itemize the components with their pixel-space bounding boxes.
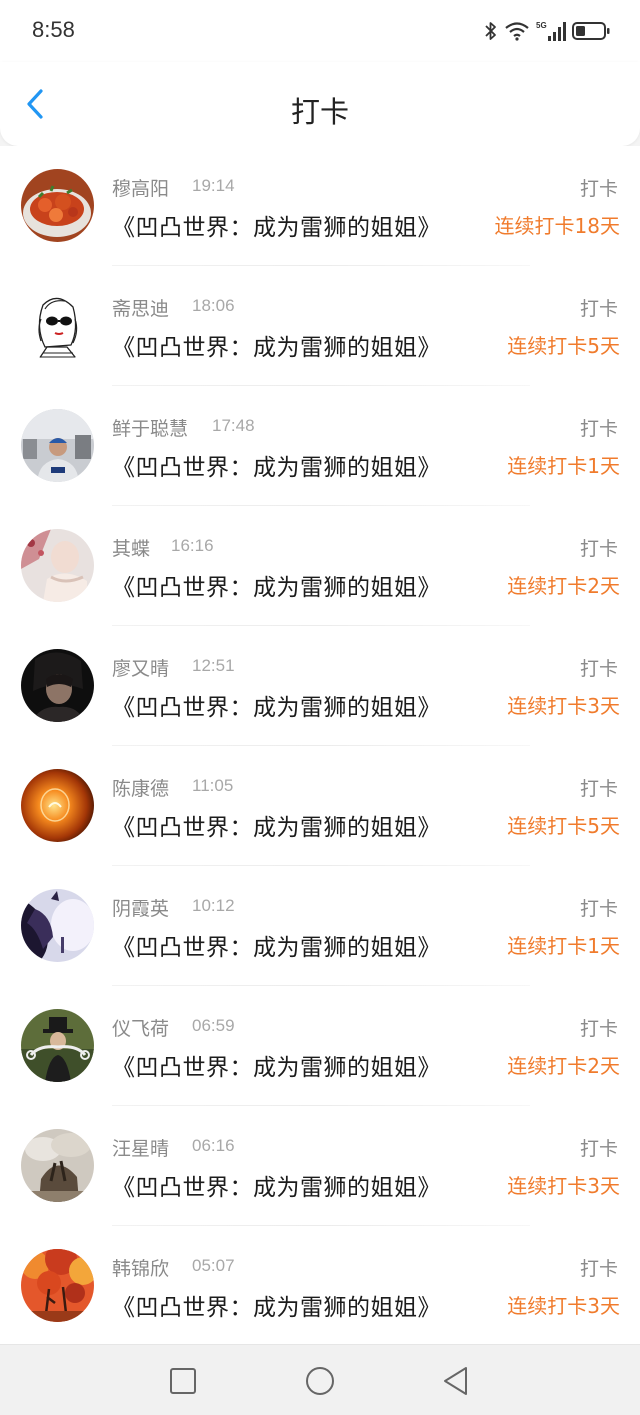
checkin-time: 19:14	[192, 176, 235, 195]
system-nav-bar	[0, 1344, 640, 1415]
status-icons: 5G	[484, 19, 610, 43]
avatar[interactable]	[21, 649, 94, 722]
user-name: 阴霞英	[112, 898, 170, 920]
user-name: 陈康德	[112, 778, 170, 800]
checkin-item[interactable]: 仪飞荷 06:59 《凹凸世界：成为雷狮的姐姐》 打卡 连续打卡2天	[0, 986, 640, 1106]
checkin-list: 穆高阳 19:14 《凹凸世界：成为雷狮的姐姐》 打卡 连续打卡18天 斋思迪 …	[0, 146, 640, 1344]
streak-badge: 连续打卡2天	[507, 574, 620, 598]
streak-badge: 连续打卡3天	[507, 1174, 620, 1198]
avatar[interactable]	[21, 169, 94, 242]
book-title[interactable]: 《凹凸世界：成为雷狮的姐姐》	[112, 928, 441, 962]
streak-badge: 连续打卡1天	[507, 934, 620, 958]
checkin-time: 12:51	[192, 656, 235, 675]
book-title[interactable]: 《凹凸世界：成为雷狮的姐姐》	[112, 208, 441, 242]
user-name: 其蝶	[112, 538, 151, 560]
book-title[interactable]: 《凹凸世界：成为雷狮的姐姐》	[112, 328, 441, 362]
checkin-time: 11:05	[192, 776, 234, 795]
page-title: 打卡	[290, 95, 349, 129]
streak-badge: 连续打卡1天	[507, 454, 620, 478]
checkin-item[interactable]: 韩锦欣 05:07 《凹凸世界：成为雷狮的姐姐》 打卡 连续打卡3天	[0, 1226, 640, 1346]
home-button[interactable]	[304, 1365, 336, 1397]
checkin-item[interactable]: 廖又晴 12:51 《凹凸世界：成为雷狮的姐姐》 打卡 连续打卡3天	[0, 626, 640, 746]
user-name: 仪飞荷	[112, 1018, 170, 1040]
user-name: 鲜于聪慧	[112, 418, 189, 440]
checkin-item[interactable]: 鲜于聪慧 17:48 《凹凸世界：成为雷狮的姐姐》 打卡 连续打卡1天	[0, 386, 640, 506]
streak-badge: 连续打卡3天	[507, 1294, 620, 1318]
user-name: 韩锦欣	[112, 1258, 170, 1280]
checkin-label: 打卡	[579, 538, 618, 560]
checkin-time: 17:48	[212, 416, 255, 435]
book-title[interactable]: 《凹凸世界：成为雷狮的姐姐》	[112, 1288, 441, 1322]
checkin-time: 16:16	[171, 536, 214, 555]
book-title[interactable]: 《凹凸世界：成为雷狮的姐姐》	[112, 448, 441, 482]
checkin-label: 打卡	[579, 778, 618, 800]
streak-badge: 连续打卡5天	[507, 814, 620, 838]
avatar[interactable]	[21, 1129, 94, 1202]
checkin-time: 06:16	[192, 1136, 235, 1155]
streak-badge: 连续打卡3天	[507, 694, 620, 718]
system-back-button[interactable]	[440, 1365, 472, 1397]
wifi-icon	[504, 21, 530, 41]
checkin-time: 10:12	[192, 896, 235, 915]
book-title[interactable]: 《凹凸世界：成为雷狮的姐姐》	[112, 1168, 441, 1202]
checkin-time: 18:06	[192, 296, 235, 315]
checkin-item[interactable]: 阴霞英 10:12 《凹凸世界：成为雷狮的姐姐》 打卡 连续打卡1天	[0, 866, 640, 986]
checkin-label: 打卡	[579, 418, 618, 440]
checkin-item[interactable]: 汪星晴 06:16 《凹凸世界：成为雷狮的姐姐》 打卡 连续打卡3天	[0, 1106, 640, 1226]
checkin-item[interactable]: 其蝶 16:16 《凹凸世界：成为雷狮的姐姐》 打卡 连续打卡2天	[0, 506, 640, 626]
avatar[interactable]	[21, 769, 94, 842]
recent-apps-icon	[167, 1368, 199, 1401]
checkin-item[interactable]: 陈康德 11:05 《凹凸世界：成为雷狮的姐姐》 打卡 连续打卡5天	[0, 746, 640, 866]
user-name: 斋思迪	[112, 298, 170, 320]
status-time: 8:58	[32, 17, 75, 42]
battery-icon	[572, 20, 610, 42]
avatar[interactable]	[21, 289, 94, 362]
user-name: 穆高阳	[112, 178, 170, 200]
checkin-time: 05:07	[192, 1256, 235, 1275]
streak-badge: 连续打卡5天	[507, 334, 620, 358]
avatar[interactable]	[21, 529, 94, 602]
status-bar: 8:58 5G	[0, 0, 640, 62]
header: 打卡	[0, 62, 640, 146]
back-triangle-icon	[440, 1367, 472, 1401]
checkin-label: 打卡	[579, 1018, 618, 1040]
home-icon	[304, 1367, 336, 1401]
recent-apps-button[interactable]	[167, 1365, 199, 1397]
svg-text:5G: 5G	[536, 21, 547, 30]
bluetooth-icon	[484, 20, 498, 42]
user-name: 廖又晴	[112, 658, 170, 680]
book-title[interactable]: 《凹凸世界：成为雷狮的姐姐》	[112, 808, 441, 842]
checkin-label: 打卡	[579, 1138, 618, 1160]
book-title[interactable]: 《凹凸世界：成为雷狮的姐姐》	[112, 1048, 441, 1082]
5g-signal-icon: 5G	[536, 20, 566, 42]
user-name: 汪星晴	[112, 1138, 170, 1160]
checkin-label: 打卡	[579, 898, 618, 920]
avatar[interactable]	[21, 409, 94, 482]
checkin-label: 打卡	[579, 178, 618, 200]
avatar[interactable]	[21, 1249, 94, 1322]
streak-badge: 连续打卡2天	[507, 1054, 620, 1078]
checkin-label: 打卡	[579, 1258, 618, 1280]
avatar[interactable]	[21, 1009, 94, 1082]
checkin-label: 打卡	[579, 298, 618, 320]
checkin-time: 06:59	[192, 1016, 235, 1035]
streak-badge: 连续打卡18天	[494, 214, 620, 238]
checkin-item[interactable]: 穆高阳 19:14 《凹凸世界：成为雷狮的姐姐》 打卡 连续打卡18天	[0, 146, 640, 266]
avatar[interactable]	[21, 889, 94, 962]
checkin-item[interactable]: 斋思迪 18:06 《凹凸世界：成为雷狮的姐姐》 打卡 连续打卡5天	[0, 266, 640, 386]
book-title[interactable]: 《凹凸世界：成为雷狮的姐姐》	[112, 568, 441, 602]
book-title[interactable]: 《凹凸世界：成为雷狮的姐姐》	[112, 688, 441, 722]
checkin-label: 打卡	[579, 658, 618, 680]
